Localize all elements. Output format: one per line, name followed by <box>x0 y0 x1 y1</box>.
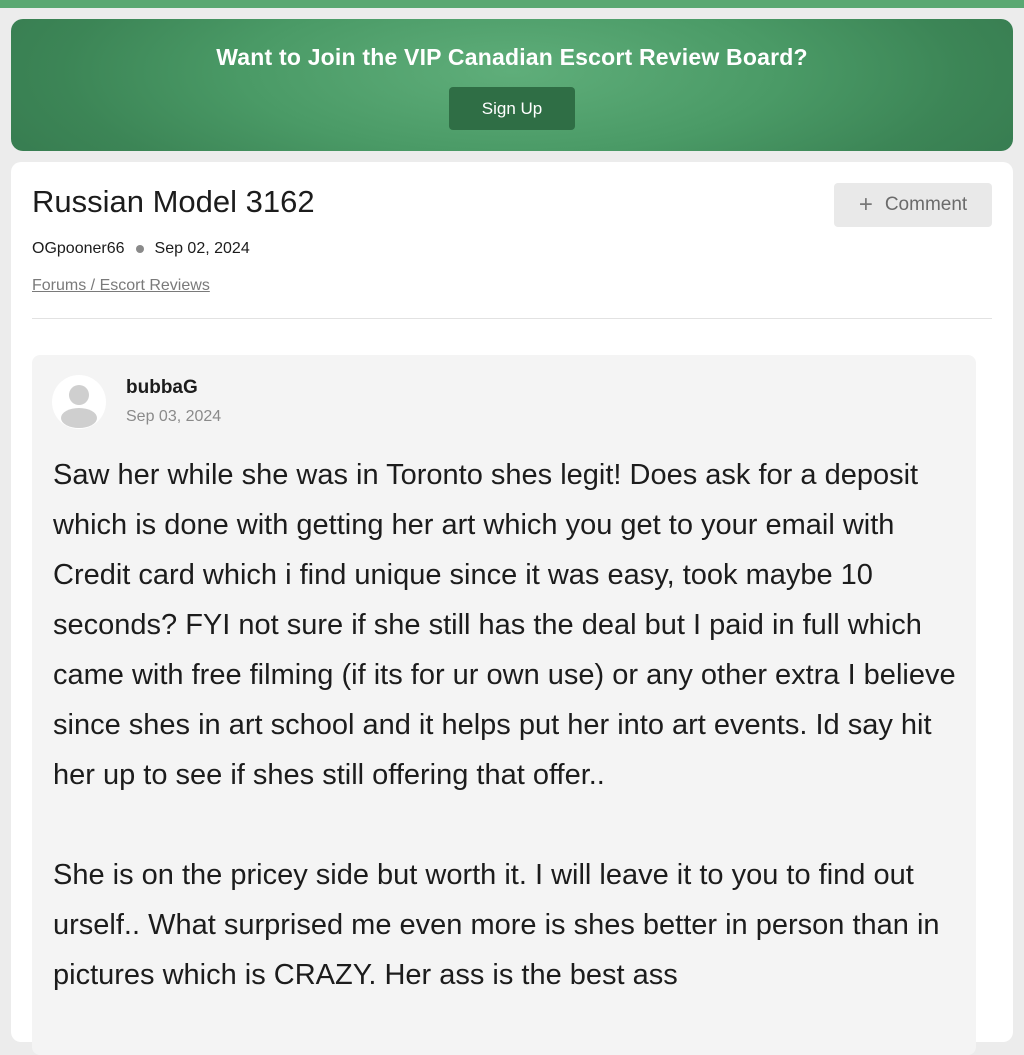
post-author[interactable]: OGpooner66 <box>32 240 125 258</box>
post-meta: OGpooner66 Sep 02, 2024 <box>32 240 250 258</box>
divider <box>32 318 992 319</box>
comment-button-label: Comment <box>884 194 968 215</box>
comment-paragraph: She is on the pricey side but worth it. … <box>53 859 940 991</box>
comment-date: Sep 03, 2024 <box>126 408 222 425</box>
post-date: Sep 02, 2024 <box>154 240 250 257</box>
sign-up-button[interactable]: Sign Up <box>449 87 575 130</box>
top-accent-strip <box>0 0 1024 8</box>
banner-title: Want to Join the VIP Canadian Escort Rev… <box>216 44 808 70</box>
user-avatar-icon[interactable] <box>52 375 106 429</box>
breadcrumb[interactable]: Forums / Escort Reviews <box>32 277 210 295</box>
add-comment-button[interactable]: + Comment <box>834 183 992 227</box>
separator-dot <box>135 245 144 253</box>
comment-body: Saw her while she was in Toronto shes le… <box>53 450 958 1050</box>
post-card: Russian Model 3162 + Comment OGpooner66 S… <box>11 162 1013 1055</box>
comment-author[interactable]: bubbaG <box>126 377 198 399</box>
post-title: Russian Model 3162 <box>32 184 315 219</box>
vip-signup-banner: Want to Join the VIP Canadian Escort Rev… <box>11 19 1013 151</box>
comment-paragraph: Saw her while she was in Toronto shes le… <box>53 459 956 791</box>
plus-icon: + <box>858 191 873 218</box>
comment-item: bubbaG Sep 03, 2024 Saw her while she wa… <box>32 355 976 1055</box>
